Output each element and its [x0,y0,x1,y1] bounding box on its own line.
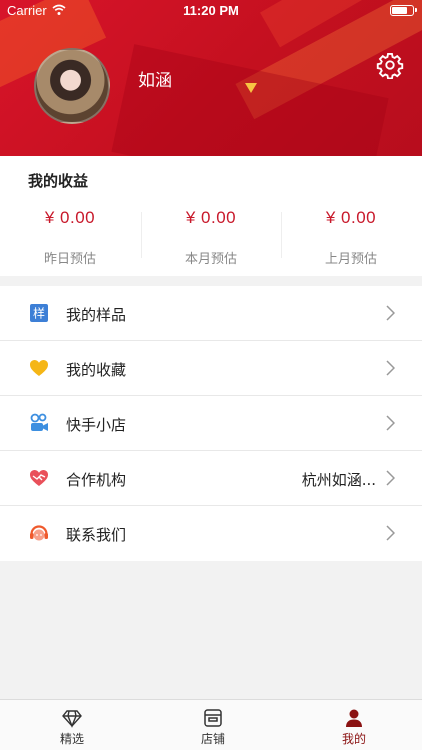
tab-label: 我的 [341,732,366,746]
profile-header: Carrier 11:20 PM 如涵 [0,0,422,156]
avatar[interactable] [34,48,110,124]
chevron-right-icon [386,360,395,376]
earnings-label: 昨日预估 [43,252,96,267]
chevron-right-icon [386,305,395,321]
menu-label: 快手小店 [66,416,127,434]
menu-label: 联系我们 [66,526,127,544]
earnings-label: 上月预估 [324,252,377,267]
menu-list: 样 我的样品 我的收藏 快手小店 合作机构 杭州如涵... 联系我们 [0,286,422,561]
tab-bar: 精选 店铺 我的 [0,699,422,750]
battery-level [392,7,408,14]
menu-item-kuaishou-shop[interactable]: 快手小店 [0,396,422,451]
user-icon [346,709,362,727]
tab-store[interactable]: 店铺 [143,700,283,750]
tab-featured[interactable]: 精选 [2,700,142,750]
earnings-amount: ¥ 0.00 [185,208,237,227]
earnings-card: 我的收益 ¥ 0.00 昨日预估 ¥ 0.00 本月预估 ¥ 0.00 上月预估 [0,156,422,276]
clock: 11:20 PM [183,3,239,18]
earnings-yesterday[interactable]: ¥ 0.00 昨日预估 [0,208,140,267]
tab-mine[interactable]: 我的 [284,700,422,750]
sample-icon-text: 样 [33,306,45,321]
sample-icon: 样 [30,304,48,322]
handshake-icon [30,470,48,486]
chevron-right-icon [386,525,395,541]
status-bar: Carrier 11:20 PM [0,0,422,22]
menu-label: 我的样品 [66,306,127,324]
gear-icon[interactable] [376,51,404,79]
earnings-title: 我的收益 [28,172,89,190]
earnings-last-month[interactable]: ¥ 0.00 上月预估 [281,208,421,267]
earnings-this-month[interactable]: ¥ 0.00 本月预估 [141,208,281,267]
heart-icon [30,360,48,376]
menu-label: 我的收藏 [66,361,127,379]
username: 如涵 [138,71,172,91]
earnings-amount: ¥ 0.00 [325,208,377,227]
earnings-amount: ¥ 0.00 [44,208,96,227]
tab-label: 店铺 [200,732,225,746]
diamond-icon [62,710,82,728]
chevron-right-icon [386,470,395,486]
menu-item-partner-agency[interactable]: 合作机构 杭州如涵... [0,451,422,506]
chevron-right-icon [386,415,395,431]
menu-item-favorites[interactable]: 我的收藏 [0,341,422,396]
battery-icon [390,5,417,16]
earnings-label: 本月预估 [184,252,237,267]
partner-agency-value: 杭州如涵... [301,471,376,489]
triangle-decoration-icon [245,83,257,93]
headset-icon [30,525,48,541]
menu-item-contact-us[interactable]: 联系我们 [0,506,422,561]
menu-item-samples[interactable]: 样 我的样品 [0,286,422,341]
shop-icon [30,413,48,431]
menu-label: 合作机构 [66,471,127,489]
tab-label: 精选 [59,732,84,746]
store-icon [204,709,222,727]
